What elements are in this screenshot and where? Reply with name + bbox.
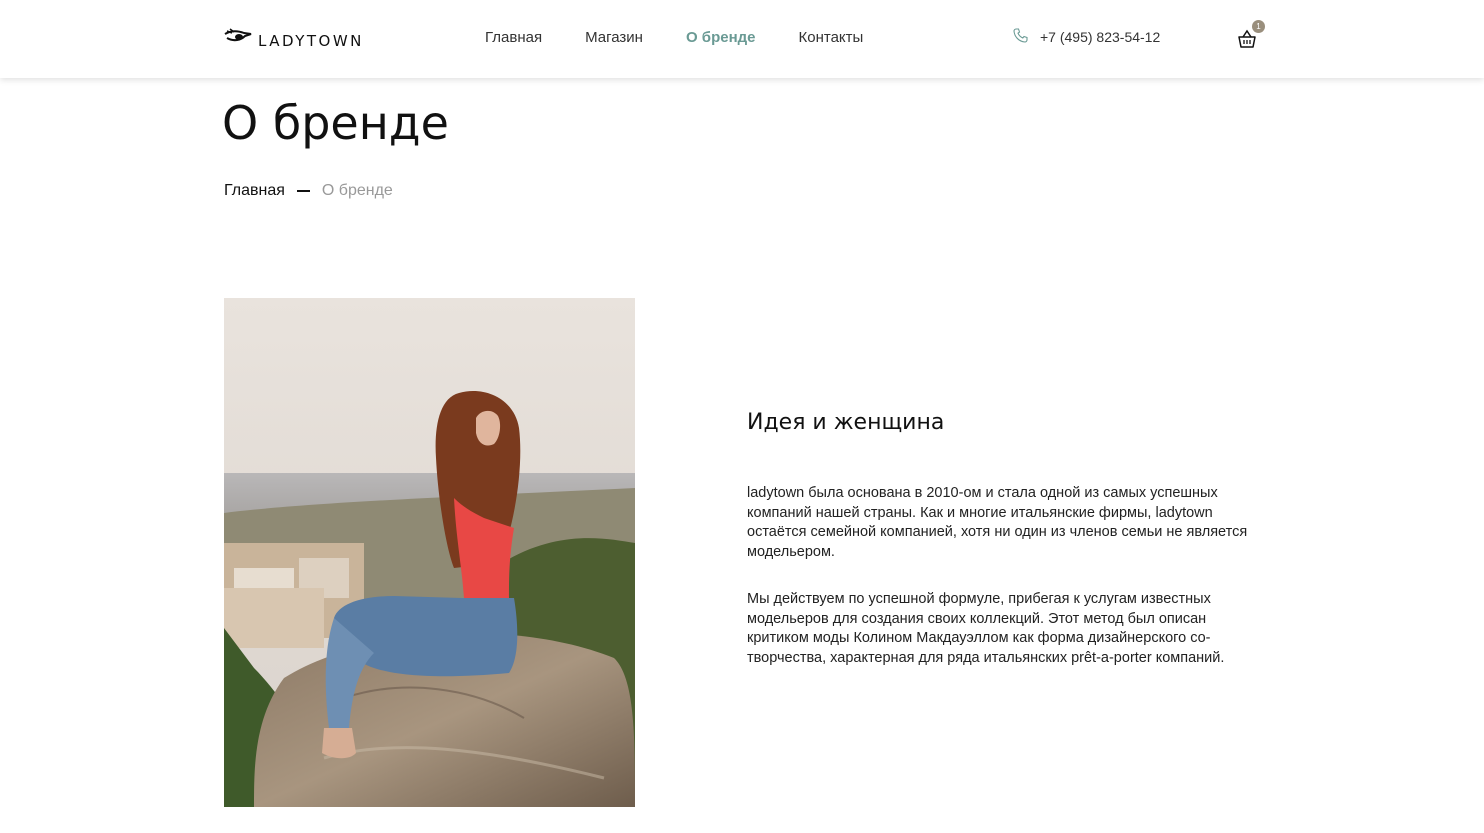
logo-text: LADYTOWN bbox=[258, 31, 364, 50]
logo-link[interactable]: LADYTOWN bbox=[224, 28, 364, 53]
phone-icon bbox=[1013, 28, 1028, 46]
nav-item-about[interactable]: О бренде bbox=[686, 28, 756, 48]
nav-item-home[interactable]: Главная bbox=[485, 28, 542, 48]
about-paragraph-2: Мы действуем по успешной формуле, прибег… bbox=[747, 591, 1225, 666]
about-paragraph-1: ladytown была основана в 2010-ом и стала… bbox=[747, 485, 1248, 560]
breadcrumb: Главная О бренде bbox=[224, 182, 393, 200]
breadcrumb-home-link[interactable]: Главная bbox=[224, 182, 285, 200]
phone-contact[interactable]: +7 (495) 823-54-12 bbox=[1013, 28, 1160, 46]
phone-number: +7 (495) 823-54-12 bbox=[1040, 29, 1161, 45]
page-title: О бренде bbox=[222, 96, 449, 150]
site-header: LADYTOWN Главная Магазин О бренде Контак… bbox=[0, 0, 1484, 78]
main-nav: Главная Магазин О бренде Контакты bbox=[485, 28, 906, 48]
brand-photo bbox=[224, 298, 635, 807]
nav-item-shop[interactable]: Магазин bbox=[585, 28, 643, 48]
nav-item-contacts[interactable]: Контакты bbox=[799, 28, 864, 48]
section-title: Идея и женщина bbox=[747, 410, 945, 435]
cart-button[interactable]: 1 bbox=[1236, 20, 1265, 50]
cart-count-badge: 1 bbox=[1252, 20, 1265, 33]
breadcrumb-current: О бренде bbox=[321, 182, 393, 199]
eye-logo-icon bbox=[224, 28, 252, 53]
shopping-basket-icon bbox=[1236, 29, 1258, 54]
breadcrumb-separator bbox=[296, 190, 310, 192]
